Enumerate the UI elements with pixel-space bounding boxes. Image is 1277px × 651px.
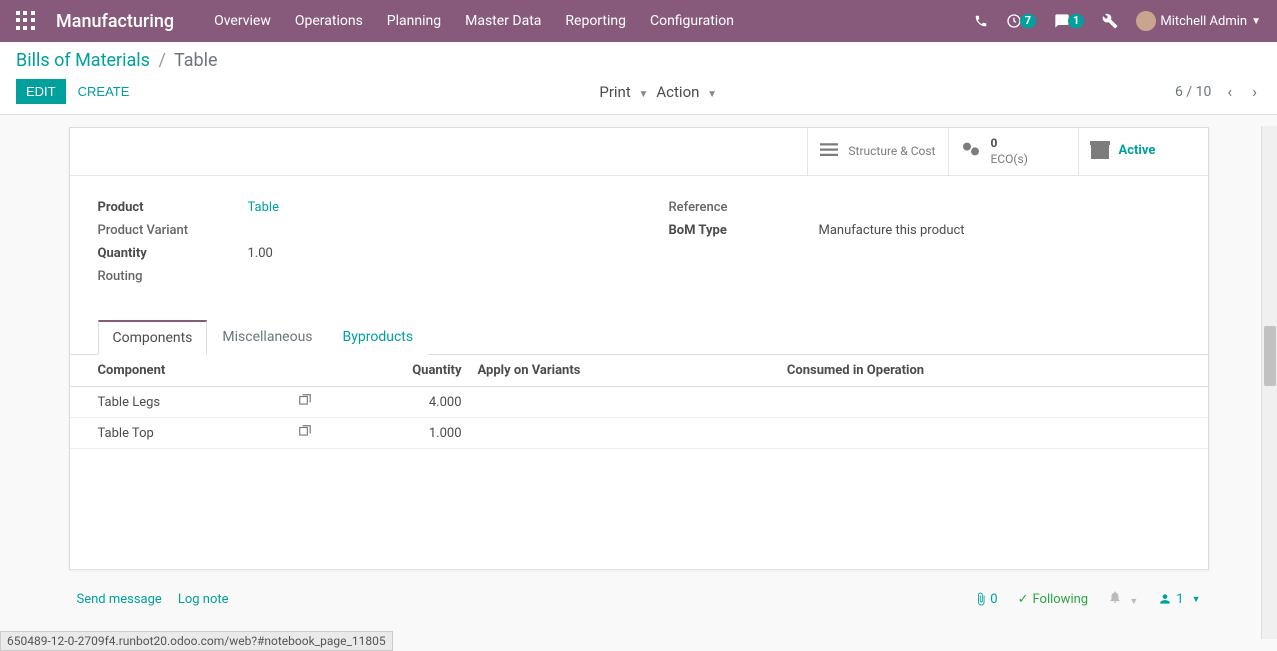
breadcrumb-sep: /: [158, 50, 165, 71]
bell-icon[interactable]: ▼: [1108, 590, 1138, 608]
list-icon: [820, 141, 838, 162]
table-row[interactable]: Table Legs 4.000: [70, 387, 1208, 418]
active-label: Active: [1119, 143, 1156, 160]
nav-reporting[interactable]: Reporting: [565, 13, 626, 29]
quantity-value: 1.00: [248, 246, 273, 261]
tab-miscellaneous[interactable]: Miscellaneous: [207, 320, 327, 355]
ecos-button[interactable]: 0 ECO(s): [948, 128, 1078, 175]
nav-right: 7 1 Mitchell Admin ▼: [974, 11, 1261, 31]
edit-button[interactable]: EDIT: [16, 79, 66, 104]
pager-prev[interactable]: ‹: [1223, 82, 1236, 101]
archive-icon: [1091, 145, 1109, 159]
active-button[interactable]: Active: [1078, 128, 1208, 175]
action-dropdown[interactable]: Action ▼: [656, 83, 717, 101]
avatar: [1136, 11, 1156, 31]
check-icon: ✓: [1018, 592, 1029, 607]
form-sheet: Structure & Cost 0 ECO(s) Active: [69, 127, 1209, 570]
navbar: Manufacturing Overview Operations Planni…: [0, 0, 1277, 42]
table-row[interactable]: Table Top 1.000: [70, 418, 1208, 449]
component-qty: 4.000: [330, 387, 470, 418]
main-content: Structure & Cost 0 ECO(s) Active: [0, 115, 1277, 634]
messages-badge: 1: [1068, 14, 1084, 28]
quantity-label: Quantity: [98, 246, 248, 261]
print-dropdown[interactable]: Print ▼: [599, 83, 648, 101]
th-component[interactable]: Component: [70, 355, 290, 387]
apps-icon[interactable]: [16, 11, 36, 31]
activity-icon[interactable]: 7: [1006, 13, 1036, 29]
structure-cost-button[interactable]: Structure & Cost: [807, 128, 947, 175]
pager-next[interactable]: ›: [1248, 82, 1261, 101]
log-note-button[interactable]: Log note: [178, 592, 229, 607]
phone-icon[interactable]: [974, 14, 988, 28]
scrollbar[interactable]: [1261, 126, 1277, 639]
th-consumed[interactable]: Consumed in Operation: [779, 355, 1178, 387]
component-qty: 1.000: [330, 418, 470, 449]
messages-icon[interactable]: 1: [1054, 13, 1084, 29]
breadcrumb-link[interactable]: Bills of Materials: [16, 50, 150, 71]
component-name: Table Legs: [70, 387, 290, 418]
external-link-icon[interactable]: [298, 426, 312, 442]
nav-menu: Overview Operations Planning Master Data…: [214, 13, 974, 29]
variant-label: Product Variant: [98, 223, 248, 238]
tabs: Components Miscellaneous Byproducts: [70, 320, 1208, 355]
caret-icon: ▼: [1251, 16, 1261, 27]
followers-button[interactable]: 1 ▼: [1158, 592, 1200, 607]
nav-planning[interactable]: Planning: [387, 13, 441, 29]
breadcrumb: Bills of Materials / Table: [16, 50, 1261, 71]
bomtype-value: Manufacture this product: [819, 223, 965, 238]
routing-label: Routing: [98, 269, 248, 284]
bomtype-label: BoM Type: [669, 223, 819, 238]
ecos-text: 0 ECO(s): [991, 136, 1028, 167]
nav-configuration[interactable]: Configuration: [650, 13, 734, 29]
status-bar: 650489-12-0-2709f4.runbot20.odoo.com/web…: [0, 631, 393, 651]
gears-icon: [961, 141, 981, 162]
send-message-button[interactable]: Send message: [77, 592, 162, 607]
breadcrumb-current: Table: [174, 50, 218, 71]
th-quantity[interactable]: Quantity: [330, 355, 470, 387]
chatter: Send message Log note 0 ✓ Following ▼ 1 …: [69, 584, 1209, 614]
structure-label: Structure & Cost: [848, 144, 935, 160]
attachments-button[interactable]: 0: [974, 592, 997, 607]
user-name: Mitchell Admin: [1160, 14, 1247, 29]
th-apply[interactable]: Apply on Variants: [470, 355, 779, 387]
app-brand[interactable]: Manufacturing: [56, 11, 174, 32]
activity-badge: 7: [1020, 14, 1036, 28]
nav-overview[interactable]: Overview: [214, 13, 271, 29]
nav-master-data[interactable]: Master Data: [465, 13, 541, 29]
product-value[interactable]: Table: [248, 200, 279, 215]
debug-icon[interactable]: [1102, 13, 1118, 29]
control-panel: Bills of Materials / Table EDIT CREATE P…: [0, 42, 1277, 115]
pager-text[interactable]: 6 / 10: [1175, 84, 1211, 100]
tab-components[interactable]: Components: [98, 320, 208, 355]
stat-button-box: Structure & Cost 0 ECO(s) Active: [70, 128, 1208, 176]
reference-label: Reference: [669, 200, 819, 215]
following-button[interactable]: ✓ Following: [1018, 592, 1089, 607]
external-link-icon[interactable]: [298, 395, 312, 411]
user-menu[interactable]: Mitchell Admin ▼: [1136, 11, 1261, 31]
tab-byproducts[interactable]: Byproducts: [328, 320, 429, 355]
product-label: Product: [98, 200, 248, 215]
create-button[interactable]: CREATE: [66, 79, 142, 104]
component-name: Table Top: [70, 418, 290, 449]
nav-operations[interactable]: Operations: [295, 13, 363, 29]
components-table: Component Quantity Apply on Variants Con…: [70, 355, 1208, 449]
